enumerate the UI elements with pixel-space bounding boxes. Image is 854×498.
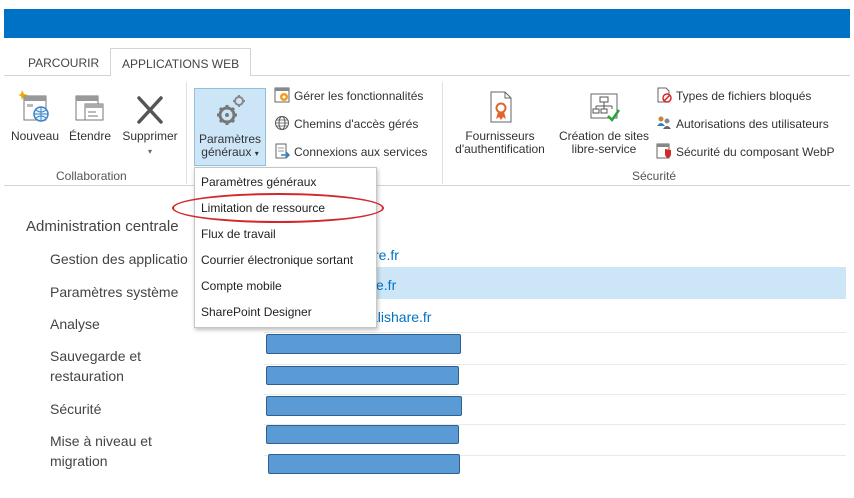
delete-button-label: Supprimer xyxy=(122,129,178,143)
tab-applications-web[interactable]: APPLICATIONS WEB xyxy=(110,48,252,77)
managed-paths-button[interactable]: Chemins d'accès gérés xyxy=(274,115,418,133)
user-permissions-button[interactable]: Autorisations des utilisateurs xyxy=(656,115,829,133)
menu-item-general-settings[interactable]: Paramètres généraux xyxy=(195,169,376,195)
service-connections-icon xyxy=(275,143,290,159)
menu-item-sharepoint-designer[interactable]: SharePoint Designer xyxy=(195,299,376,325)
service-connections-button[interactable]: Connexions aux services xyxy=(274,143,427,161)
blocked-file-icon xyxy=(657,87,672,103)
manage-features-button[interactable]: Gérer les fonctionnalités xyxy=(274,87,423,105)
extend-icon xyxy=(75,95,104,121)
site-creation-icon xyxy=(590,93,621,122)
site-creation-label-line2: libre-service xyxy=(571,142,637,156)
suite-bar xyxy=(4,9,850,38)
globe-icon xyxy=(275,116,289,130)
auth-providers-button[interactable]: Fournisseurs d'authentification xyxy=(448,88,552,156)
new-button[interactable]: Nouveau xyxy=(8,88,62,143)
group-label-collaboration: Collaboration xyxy=(56,169,127,183)
nav-heading[interactable]: Administration centrale xyxy=(26,218,179,235)
general-settings-button[interactable]: Paramètres généraux ▾ xyxy=(194,88,266,166)
gears-icon xyxy=(217,95,245,125)
tab-parcourir[interactable]: PARCOURIR xyxy=(18,52,109,76)
redacted-block xyxy=(266,425,459,444)
auth-providers-label-line2: d'authentification xyxy=(455,142,545,156)
webpart-security-icon xyxy=(656,143,671,159)
chevron-down-icon: ▾ xyxy=(147,147,152,156)
new-app-icon xyxy=(18,90,49,122)
manage-features-label: Gérer les fonctionnalités xyxy=(294,89,424,103)
menu-item-outgoing-email[interactable]: Courrier électronique sortant xyxy=(195,247,376,273)
redacted-block xyxy=(266,396,462,416)
ribbon-tabs: PARCOURIR APPLICATIONS WEB xyxy=(4,38,850,77)
user-permissions-icon xyxy=(657,116,671,129)
extend-button-label: Étendre xyxy=(68,129,112,143)
self-service-site-creation-button[interactable]: Création de sites libre-service xyxy=(554,88,654,156)
delete-x-icon xyxy=(137,96,163,124)
delete-button[interactable]: Supprimer ▾ xyxy=(118,88,182,158)
redacted-block xyxy=(266,366,459,385)
nav-item-backup-restore[interactable]: Sauvegarde et restauration xyxy=(50,346,180,386)
blocked-file-types-label: Types de fichiers bloqués xyxy=(676,89,812,103)
webpart-security-button[interactable]: Sécurité du composant WebP xyxy=(656,143,835,161)
blocked-file-types-button[interactable]: Types de fichiers bloqués xyxy=(656,87,811,105)
auth-provider-icon xyxy=(490,91,512,123)
new-button-label: Nouveau xyxy=(10,129,60,143)
nav-item-analysis[interactable]: Analyse xyxy=(50,314,100,334)
menu-item-mobile-account[interactable]: Compte mobile xyxy=(195,273,376,299)
web-app-link[interactable]: re.fr xyxy=(374,247,399,263)
general-settings-menu: Paramètres généraux Limitation de ressou… xyxy=(194,167,377,328)
group-label-security: Sécurité xyxy=(632,169,677,183)
nav-item-application-management[interactable]: Gestion des applicatio xyxy=(50,249,188,269)
web-app-link[interactable]: alishare.fr xyxy=(370,309,431,325)
managed-paths-label: Chemins d'accès gérés xyxy=(294,117,419,131)
nav-item-upgrade-migration[interactable]: Mise à niveau et migration xyxy=(50,431,180,471)
user-permissions-label: Autorisations des utilisateurs xyxy=(676,117,829,131)
nav-item-system-settings[interactable]: Paramètres système xyxy=(50,282,178,302)
web-app-link[interactable]: e.fr xyxy=(376,277,396,293)
row-divider xyxy=(264,364,846,365)
row-divider xyxy=(264,394,846,395)
redacted-block xyxy=(266,334,461,354)
row-divider xyxy=(264,332,846,333)
nav-item-security[interactable]: Sécurité xyxy=(50,399,101,419)
group-divider xyxy=(186,82,187,184)
ribbon: Nouveau Étendre Supprimer ▾ Collaboratio… xyxy=(4,76,850,186)
chevron-down-icon: ▾ xyxy=(254,149,259,158)
service-connections-label: Connexions aux services xyxy=(294,145,428,159)
general-settings-label-line2: généraux ▾ xyxy=(201,145,259,159)
group-divider xyxy=(442,82,443,184)
extend-button[interactable]: Étendre xyxy=(66,88,114,143)
features-icon xyxy=(274,87,290,103)
redacted-block xyxy=(268,454,460,474)
menu-item-resource-throttling[interactable]: Limitation de ressource xyxy=(195,195,376,221)
webpart-security-label: Sécurité du composant WebP xyxy=(676,145,835,159)
menu-item-workflow[interactable]: Flux de travail xyxy=(195,221,376,247)
